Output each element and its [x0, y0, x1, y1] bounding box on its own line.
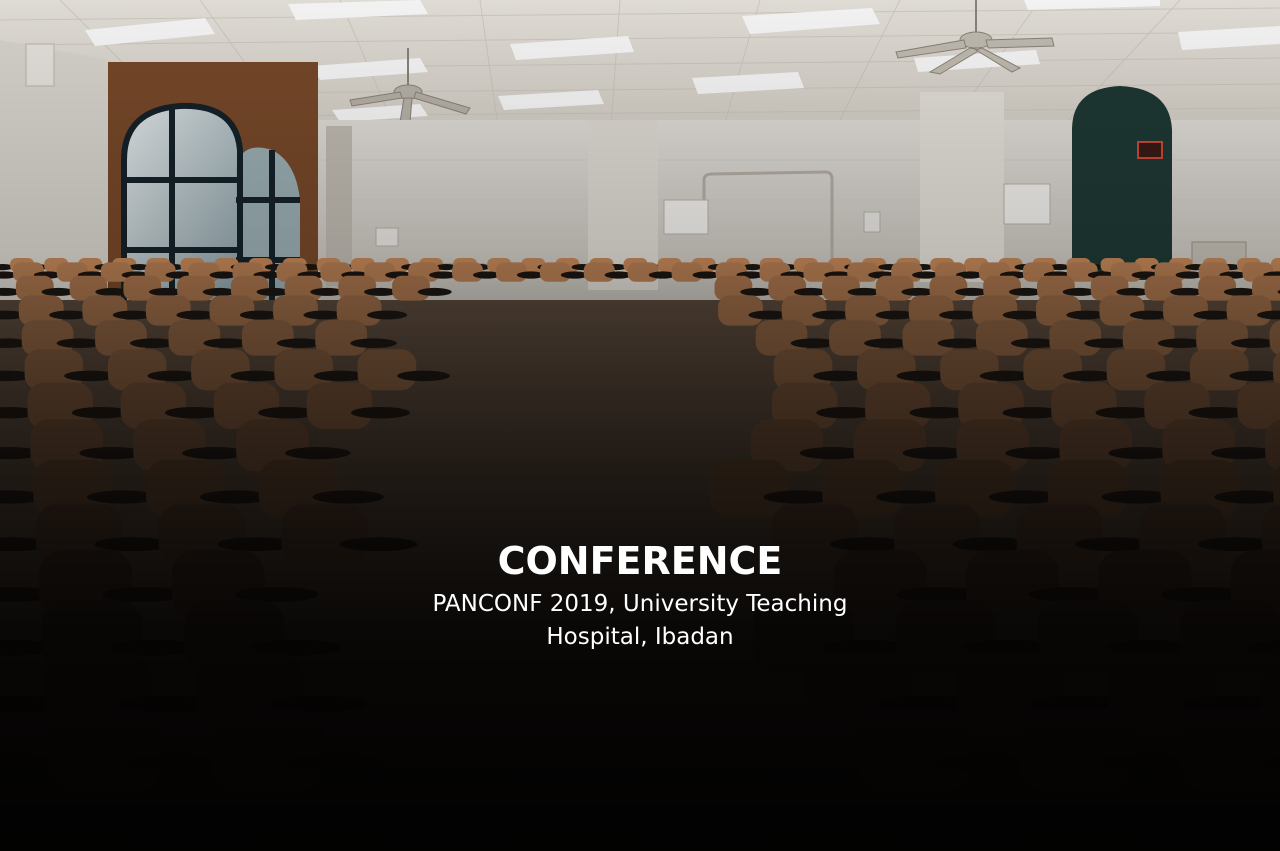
seat: [671, 262, 703, 282]
seat: [209, 295, 255, 326]
seat: [496, 262, 527, 282]
exit-sign: [1137, 141, 1163, 159]
seat: [1181, 708, 1280, 792]
lecture-hall-photo: [0, 0, 1280, 851]
seat-desk: [312, 490, 384, 504]
electrical-box: [663, 199, 709, 235]
seat-desk: [417, 287, 452, 296]
switch-plate: [863, 211, 881, 233]
seat: [627, 262, 659, 282]
seat: [718, 295, 763, 326]
seat-desk: [286, 753, 390, 772]
seat: [209, 708, 324, 792]
seat-desk: [1229, 370, 1280, 382]
seat: [306, 382, 373, 429]
seat-desk: [285, 447, 351, 460]
seat: [1163, 295, 1208, 326]
seat-desk: [397, 370, 450, 382]
hero-banner: CONFERENCE PANCONF 2019, University Teac…: [0, 0, 1280, 851]
seat: [709, 459, 790, 517]
thermostat: [375, 227, 399, 247]
caption-title: CONFERENCE: [497, 539, 783, 583]
seat-desk: [367, 310, 408, 320]
seat-desk: [351, 407, 410, 419]
pillar: [920, 92, 1004, 282]
caption: CONFERENCE PANCONF 2019, University Teac…: [340, 538, 940, 654]
seat: [583, 262, 615, 282]
wall-speaker: [25, 43, 55, 87]
seat: [857, 708, 972, 792]
seat: [1019, 708, 1134, 792]
seat-desk: [350, 338, 397, 349]
seat: [1237, 382, 1280, 429]
seat: [392, 275, 430, 301]
seat: [902, 320, 955, 356]
seat: [1198, 275, 1236, 301]
seat: [452, 262, 483, 282]
seat: [357, 349, 417, 391]
seat-desk: [234, 587, 319, 602]
seat: [47, 708, 162, 792]
arched-door: [1072, 86, 1172, 280]
electrical-box: [1003, 183, 1051, 225]
caption-subtitle: PANCONF 2019, University Teaching Hospit…: [432, 591, 848, 650]
seat: [539, 262, 571, 282]
